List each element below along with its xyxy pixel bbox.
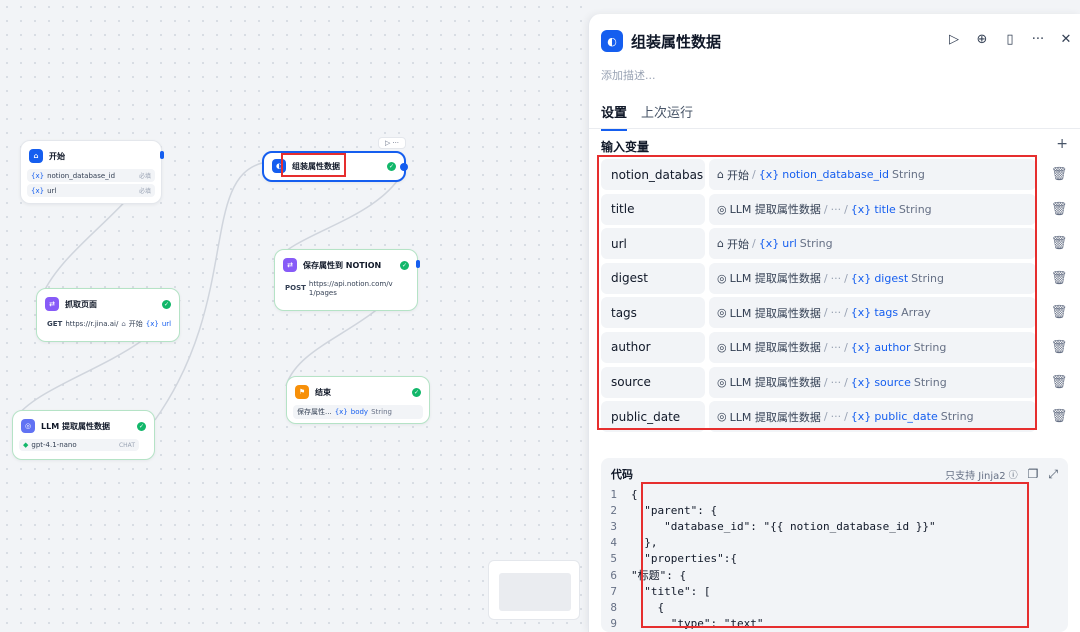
- node-title: 抓取页面: [65, 299, 97, 309]
- ref-node: 保存属性...: [297, 408, 332, 416]
- line-number: 8: [610, 600, 617, 614]
- request-url: https://api.notion.com/v1/pages: [308, 280, 393, 297]
- line-number: 7: [610, 584, 617, 598]
- close-icon[interactable]: ✕: [1058, 32, 1074, 47]
- panel-title[interactable]: 组装属性数据: [631, 31, 721, 52]
- node-variable-row: {x} url 必填: [27, 184, 155, 197]
- copy-icon[interactable]: ❐: [1028, 467, 1039, 481]
- template-icon: ◐: [601, 30, 623, 52]
- tab-divider: [589, 128, 1080, 129]
- highlight-box-code: [641, 482, 1029, 628]
- required-badge: 必填: [138, 173, 151, 180]
- trash-icon[interactable]: 🗑: [1051, 372, 1068, 407]
- node-config-panel: ◐ 组装属性数据 ▷ ⊕ ▯ ··· ✕ 添加描述... 设置 上次运行 输入变…: [588, 14, 1080, 632]
- model-row: ◆ gpt-4.1-nano CHAT: [19, 439, 139, 451]
- description-input[interactable]: 添加描述...: [601, 67, 656, 83]
- minimap[interactable]: [488, 560, 580, 620]
- highlight-box-node: [281, 153, 346, 177]
- node-run-controls[interactable]: ▷ ···: [378, 137, 406, 149]
- output-handle[interactable]: [160, 151, 164, 159]
- success-check-icon: ✓: [412, 387, 421, 397]
- success-check-icon: ✓: [137, 421, 146, 431]
- node-title: 保存属性到 NOTION: [303, 260, 382, 270]
- success-check-icon: ✓: [162, 299, 171, 309]
- success-check-icon: ✓: [400, 260, 409, 270]
- line-number: 6: [610, 568, 617, 582]
- http-method: POST: [285, 284, 306, 292]
- node-title: 开始: [49, 151, 65, 161]
- trash-icon[interactable]: 🗑: [1051, 199, 1068, 234]
- ref-var: body: [350, 408, 369, 416]
- node-title: LLM 提取属性数据: [41, 421, 110, 431]
- line-number: 9: [610, 617, 617, 631]
- line-number: 5: [610, 552, 617, 566]
- line-number: 4: [610, 536, 617, 550]
- jinja-hint: 只支持 Jinja2: [945, 470, 1006, 482]
- node-save-notion[interactable]: ⇄ 保存属性到 NOTION ✓ POST https://api.notion…: [274, 249, 420, 311]
- delete-buttons: 🗑 🗑 🗑 🗑 🗑 🗑 🗑 🗑: [1051, 164, 1068, 441]
- play-icon[interactable]: ▷: [385, 139, 390, 147]
- trash-icon[interactable]: 🗑: [1051, 406, 1068, 441]
- node-end[interactable]: ⚑ 结束 ✓ 保存属性... {x} body String: [286, 376, 430, 424]
- trash-icon[interactable]: 🗑: [1051, 164, 1068, 199]
- node-request-row: GET https://r.jina.ai/ ⌂ 开始 {x} url: [43, 317, 173, 331]
- node-request-row: POST https://api.notion.com/v1/pages: [281, 278, 411, 300]
- trash-icon[interactable]: 🗑: [1051, 233, 1068, 268]
- input-variables-label: 输入变量: [601, 140, 650, 154]
- code-text: {: [631, 487, 638, 501]
- variable-icon: {x}: [31, 171, 45, 180]
- workflow-canvas[interactable]: ⌂ 开始 {x} notion_database_id 必填 {x} url 必…: [0, 0, 588, 632]
- ref-var: url: [161, 320, 172, 328]
- required-badge: 必填: [138, 188, 151, 195]
- request-url: https://r.jina.ai/: [65, 320, 119, 328]
- line-number: 3: [610, 519, 617, 533]
- line-number: 1: [610, 487, 617, 501]
- run-icon[interactable]: ▷: [946, 32, 962, 47]
- node-llm[interactable]: ◎ LLM 提取属性数据 ✓ ◆ gpt-4.1-nano CHAT: [12, 410, 155, 460]
- node-start[interactable]: ⌂ 开始 {x} notion_database_id 必填 {x} url 必…: [20, 140, 164, 204]
- model-mode-badge: CHAT: [118, 441, 135, 449]
- node-title: 结束: [315, 387, 331, 397]
- node-variable-row: {x} notion_database_id 必填: [27, 169, 155, 182]
- variable-name: notion_database_id: [47, 171, 116, 180]
- locate-icon[interactable]: ⊕: [974, 32, 990, 47]
- trash-icon[interactable]: 🗑: [1051, 302, 1068, 337]
- line-number: 2: [610, 503, 617, 517]
- output-row: 保存属性... {x} body String: [293, 405, 423, 419]
- http-method: GET: [47, 320, 63, 328]
- node-fetch-page[interactable]: ⇄ 抓取页面 ✓ GET https://r.jina.ai/ ⌂ 开始 {x}…: [36, 288, 180, 342]
- model-name: gpt-4.1-nano: [31, 441, 77, 449]
- llm-icon: ◎: [21, 419, 35, 433]
- expand-icon[interactable]: ⤢: [1048, 467, 1058, 482]
- output-handle[interactable]: [416, 260, 420, 268]
- trash-icon[interactable]: 🗑: [1051, 337, 1068, 372]
- http-icon: ⇄: [283, 258, 297, 272]
- output-handle[interactable]: [400, 163, 408, 171]
- variable-icon: {x}: [334, 408, 348, 416]
- openai-icon: ◆: [23, 441, 29, 449]
- book-icon[interactable]: ▯: [1002, 32, 1018, 47]
- add-variable-icon[interactable]: +: [1056, 136, 1068, 152]
- variable-name: url: [47, 186, 57, 195]
- info-icon[interactable]: ⓘ: [1009, 468, 1018, 481]
- tab-settings[interactable]: 设置: [601, 102, 628, 131]
- variable-icon: {x}: [145, 320, 159, 328]
- success-check-icon: ✓: [387, 161, 396, 171]
- more-icon[interactable]: ···: [1030, 32, 1046, 47]
- code-label: 代码: [611, 468, 633, 481]
- node-ref-home-icon: ⌂: [121, 320, 126, 328]
- http-icon: ⇄: [45, 297, 59, 311]
- highlight-box-variables: [597, 155, 1037, 430]
- more-icon[interactable]: ···: [392, 139, 399, 147]
- variable-icon: {x}: [31, 186, 45, 195]
- trash-icon[interactable]: 🗑: [1051, 268, 1068, 303]
- home-icon: ⌂: [29, 149, 43, 163]
- flag-icon: ⚑: [295, 385, 309, 399]
- ref-node: 开始: [128, 320, 143, 328]
- tab-last-run[interactable]: 上次运行: [641, 102, 693, 131]
- ref-type: String: [371, 408, 392, 416]
